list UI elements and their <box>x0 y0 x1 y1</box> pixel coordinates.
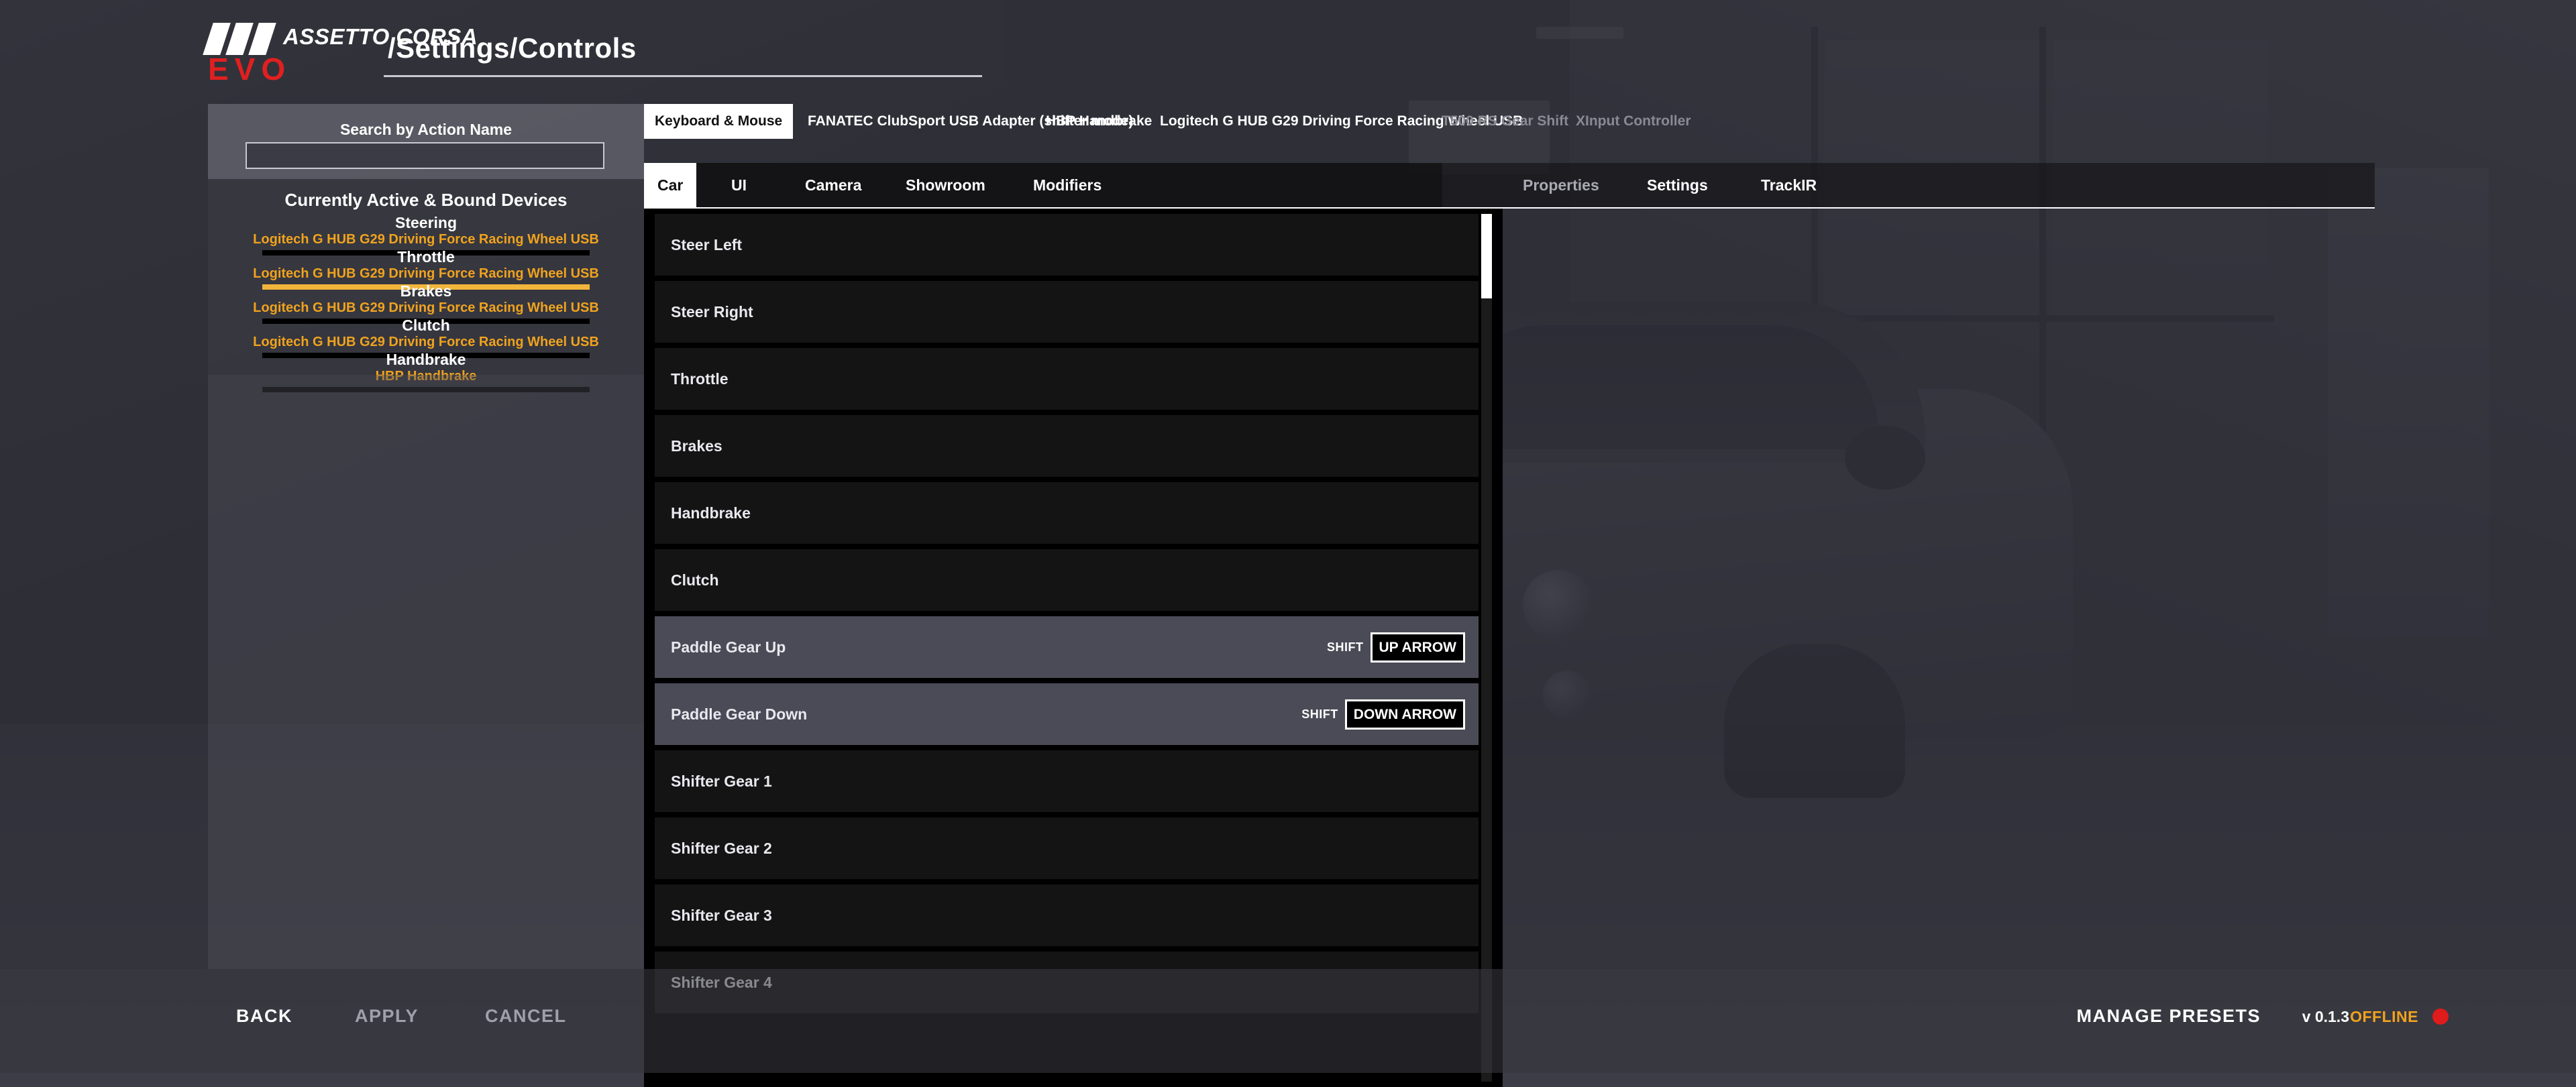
sidebar-lower-panel <box>208 375 644 969</box>
action-name: Paddle Gear Up <box>671 638 786 656</box>
device-name: Clutch <box>402 317 450 334</box>
action-binding[interactable]: SHIFT DOWN ARROW <box>1301 683 1465 745</box>
action-row[interactable]: Steer Left <box>655 214 1479 276</box>
search-panel: Search by Action Name <box>208 104 644 179</box>
apply-button[interactable]: APPLY <box>355 1006 419 1027</box>
action-name: Paddle Gear Down <box>671 705 808 723</box>
binding-modifier: SHIFT <box>1327 640 1364 654</box>
action-row[interactable]: Throttle <box>655 348 1479 410</box>
action-name: Shifter Gear 2 <box>671 839 772 857</box>
action-row[interactable]: Handbrake <box>655 482 1479 544</box>
category-tab[interactable]: Camera <box>792 163 875 207</box>
category-tab-bar-left: Car UI Camera Showroom Modifiers <box>644 163 1442 209</box>
active-devices-panel: Currently Active & Bound Devices Steerin… <box>208 179 644 392</box>
status-badge: OFFLINE <box>2350 1008 2418 1025</box>
category-tab[interactable]: Settings <box>1633 163 1721 207</box>
device-source: Logitech G HUB G29 Driving Force Racing … <box>253 335 599 349</box>
search-label: Search by Action Name <box>339 121 513 138</box>
action-name: Brakes <box>671 437 722 455</box>
header: ASSETTO CORSA EVO /Settings/Controls <box>0 0 2576 94</box>
device-source: Logitech G HUB G29 Driving Force Racing … <box>253 266 599 281</box>
logo-evo-text: EVO <box>208 52 292 87</box>
action-binding[interactable]: SHIFT UP ARROW <box>1327 616 1465 678</box>
actions-scrollbar[interactable] <box>1481 214 1492 1082</box>
search-input-wrapper[interactable] <box>246 142 604 169</box>
search-input[interactable] <box>247 144 603 168</box>
category-tab[interactable]: Car <box>644 163 697 207</box>
binding-key[interactable]: UP ARROW <box>1370 632 1465 663</box>
status-dot-icon <box>2432 1009 2449 1025</box>
action-name: Shifter Gear 3 <box>671 906 772 924</box>
logo-slashes-icon <box>203 23 280 55</box>
device-tab[interactable]: Keyboard & Mouse <box>644 104 794 139</box>
device-name: Handbrake <box>386 351 466 368</box>
device-source: Logitech G HUB G29 Driving Force Racing … <box>253 232 599 247</box>
page-title: /Settings/Controls <box>388 32 637 64</box>
action-name: Steer Left <box>671 235 743 253</box>
device-name: Steering <box>394 214 458 231</box>
binding-key[interactable]: DOWN ARROW <box>1344 699 1465 730</box>
action-row[interactable]: Brakes <box>655 415 1479 477</box>
device-tab[interactable]: XInput Controller <box>1565 104 1702 139</box>
device-tab-bar: Keyboard & Mouse FANATEC ClubSport USB Ad… <box>644 104 2375 139</box>
action-row[interactable]: Paddle Gear Up SHIFT UP ARROW <box>655 616 1479 678</box>
action-row[interactable]: Steer Right <box>655 281 1479 343</box>
sidebar: Search by Action Name Currently Active &… <box>208 104 644 969</box>
category-tab-bar-right: Properties Settings TrackIR <box>1442 163 2375 209</box>
action-name: Steer Right <box>671 302 753 321</box>
category-tab[interactable]: UI <box>718 163 760 207</box>
manage-presets-button[interactable]: MANAGE PRESETS <box>2076 1006 2261 1027</box>
action-row[interactable]: Shifter Gear 1 <box>655 750 1479 812</box>
binding-modifier: SHIFT <box>1301 707 1338 721</box>
assetto-corsa-evo-logo: ASSETTO CORSA EVO <box>203 23 478 84</box>
action-row[interactable]: Shifter Gear 3 <box>655 884 1479 946</box>
actions-scrollbar-thumb[interactable] <box>1481 214 1492 298</box>
actions-list: Steer Left Steer Right Throttle Brakes Handb… <box>655 214 1479 1019</box>
title-underline <box>384 75 982 77</box>
category-tab[interactable]: Modifiers <box>1020 163 1115 207</box>
version-label: v 0.1.3 <box>2302 1008 2349 1025</box>
device-name: Brakes <box>400 282 452 300</box>
action-row[interactable]: Paddle Gear Down SHIFT DOWN ARROW <box>655 683 1479 745</box>
action-name: Handbrake <box>671 504 751 522</box>
category-tab[interactable]: Properties <box>1509 163 1613 207</box>
actions-list-container: Steer Left Steer Right Throttle Brakes Handb… <box>644 209 1503 1087</box>
content-area: Keyboard & Mouse FANATEC ClubSport USB Ad… <box>644 104 2375 1087</box>
active-devices-title: Currently Active & Bound Devices <box>284 190 568 210</box>
device-name: Throttle <box>397 248 455 266</box>
back-button[interactable]: BACK <box>236 1006 292 1027</box>
device-source: Logitech G HUB G29 Driving Force Racing … <box>253 300 599 315</box>
action-name: Shifter Gear 1 <box>671 772 772 790</box>
device-tab[interactable]: T500 RS Gear Shift <box>1431 104 1579 139</box>
action-name: Throttle <box>671 369 729 388</box>
cancel-button[interactable]: CANCEL <box>485 1006 567 1027</box>
category-tab[interactable]: Showroom <box>892 163 999 207</box>
action-row[interactable]: Shifter Gear 2 <box>655 817 1479 879</box>
action-name: Clutch <box>671 571 719 589</box>
bottom-bar: BACK APPLY CANCEL MANAGE PRESETS v 0.1.3… <box>0 969 2576 1073</box>
category-tab[interactable]: TrackIR <box>1748 163 1830 207</box>
device-tab[interactable]: HBP Handbrake <box>1035 104 1163 139</box>
action-row[interactable]: Clutch <box>655 549 1479 611</box>
